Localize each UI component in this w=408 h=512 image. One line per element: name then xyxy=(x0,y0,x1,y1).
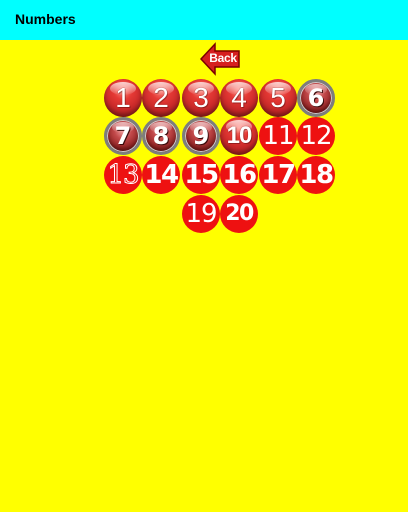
number-label: 8 xyxy=(152,122,170,150)
number-label: 4 xyxy=(231,82,247,113)
number-button-4[interactable]: 4 xyxy=(220,79,258,117)
number-label: 1 xyxy=(115,82,131,113)
number-button-5[interactable]: 5 xyxy=(259,79,297,117)
number-button-16[interactable]: 16 xyxy=(220,156,258,194)
number-button-19[interactable]: 19 xyxy=(182,195,220,233)
number-button-3[interactable]: 3 xyxy=(182,79,220,117)
number-button-1[interactable]: 1 xyxy=(104,79,142,117)
number-label: 19 xyxy=(185,199,217,229)
number-label: 13 xyxy=(107,160,140,190)
number-button-10[interactable]: 10 xyxy=(220,117,258,155)
number-label: 2 xyxy=(153,82,169,113)
number-button-12[interactable]: 12 xyxy=(297,117,335,155)
number-label: 3 xyxy=(193,82,209,113)
number-label: 16 xyxy=(222,160,257,190)
number-button-15[interactable]: 15 xyxy=(182,156,220,194)
number-button-9[interactable]: 9 xyxy=(182,117,220,155)
number-label: 18 xyxy=(299,160,334,190)
page-title: Numbers xyxy=(15,11,76,27)
number-button-14[interactable]: 14 xyxy=(142,156,180,194)
number-label: 6 xyxy=(307,84,325,112)
number-button-7[interactable]: 7 xyxy=(104,117,142,155)
number-button-8[interactable]: 8 xyxy=(142,117,180,155)
number-label: 12 xyxy=(300,121,332,151)
number-button-2[interactable]: 2 xyxy=(142,79,180,117)
number-label: 14 xyxy=(144,160,179,190)
back-label: Back xyxy=(209,51,237,65)
number-button-20[interactable]: 20 xyxy=(220,195,258,233)
number-label: 10 xyxy=(226,122,253,149)
number-button-6[interactable]: 6 xyxy=(297,79,335,117)
number-label: 20 xyxy=(225,201,254,226)
number-label: 7 xyxy=(114,122,132,150)
number-button-17[interactable]: 17 xyxy=(259,156,297,194)
number-label: 17 xyxy=(261,160,296,190)
number-label: 15 xyxy=(184,160,219,190)
number-button-11[interactable]: 11 xyxy=(259,117,297,155)
number-button-18[interactable]: 18 xyxy=(297,156,335,194)
number-label: 9 xyxy=(192,122,210,150)
number-button-13[interactable]: 13 xyxy=(104,156,142,194)
number-label: 5 xyxy=(270,82,286,113)
number-label: 11 xyxy=(262,121,294,151)
app-bar: Numbers xyxy=(0,0,408,40)
back-button[interactable]: Back xyxy=(200,42,240,76)
